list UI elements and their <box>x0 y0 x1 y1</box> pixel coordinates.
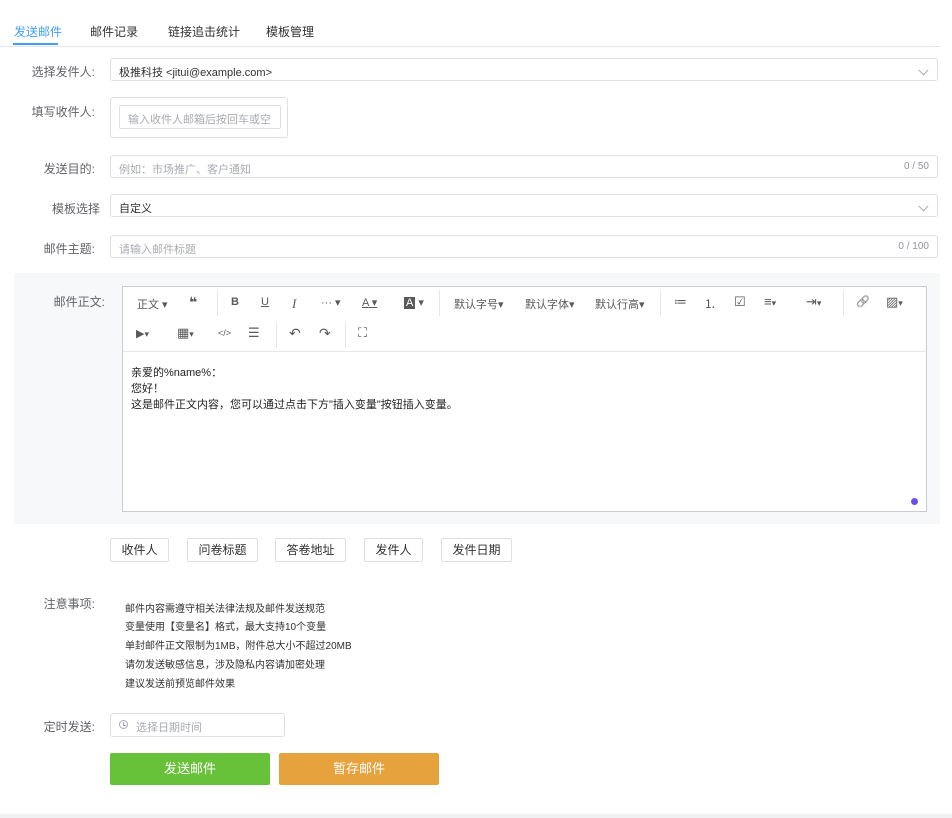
link-icon[interactable]: 🔗 <box>856 295 870 308</box>
active-tab-indicator <box>13 43 58 45</box>
image-icon[interactable]: ▨▾ <box>886 294 903 310</box>
purpose-input[interactable]: 例如：市场推广、客户通知 0 / 50 <box>110 155 938 178</box>
recipient-label: 填写收件人: <box>31 105 95 119</box>
line-height-select[interactable]: 默认行高▾ <box>595 296 645 312</box>
note-item: 邮件内容需遵守相关法律法规及邮件发送规范 <box>125 604 325 615</box>
content-line: 这是邮件正文内容，您可以通过点击下方"插入变量"按钮插入变量。 <box>131 399 458 411</box>
bg-color-icon[interactable]: A ▾ <box>404 296 424 309</box>
notes-label: 注意事项: <box>43 597 95 611</box>
sender-label: 选择发件人: <box>31 65 95 79</box>
rich-text-editor: 正文 ▾ ❝ B U I ··· ▾ A ▾ A ▾ 默认字号▾ 默认字体▾ 默… <box>122 286 927 512</box>
template-value: 自定义 <box>119 203 152 215</box>
purpose-char-count: 0 / 50 <box>903 161 929 172</box>
italic-icon[interactable]: I <box>292 296 296 312</box>
tab-send-email[interactable]: 发送邮件 <box>14 23 62 40</box>
video-icon[interactable]: ▶▾ <box>136 327 149 340</box>
tab-bar: 发送邮件 邮件记录 链接追击统计 模板管理 <box>0 0 940 47</box>
toolbar-divider <box>276 322 277 348</box>
purpose-placeholder: 例如：市场推广、客户通知 <box>119 164 251 176</box>
recipient-box: 输入收件人邮箱后按回车或空 <box>110 97 288 138</box>
content-line: 亲爱的%name%： <box>131 367 223 379</box>
tab-link-tracking[interactable]: 链接追击统计 <box>168 23 240 40</box>
more-format-icon[interactable]: ··· ▾ <box>321 296 341 309</box>
align-icon[interactable]: ≡▾ <box>764 294 776 309</box>
paragraph-select[interactable]: 正文 ▾ <box>137 296 168 312</box>
fullscreen-icon[interactable]: ⛶ <box>358 325 367 341</box>
purpose-label: 发送目的: <box>43 162 95 176</box>
save-draft-button[interactable]: 暂存邮件 <box>279 753 439 785</box>
editor-content[interactable]: 亲爱的%name%： 您好！ 这是邮件正文内容，您可以通过点击下方"插入变量"按… <box>131 365 458 413</box>
schedule-datetime-picker[interactable]: 选择日期时间 <box>110 713 285 737</box>
insert-var-sender-button[interactable]: 发件人 <box>364 538 423 562</box>
tab-email-records[interactable]: 邮件记录 <box>90 23 138 40</box>
code-icon[interactable]: </> <box>218 328 231 338</box>
toolbar-divider <box>843 290 844 316</box>
sender-select[interactable]: 极推科技 <jitui@example.com> <box>110 58 938 81</box>
todo-icon[interactable]: ☑ <box>734 294 746 310</box>
subject-label: 邮件主题: <box>43 242 95 256</box>
font-size-select[interactable]: 默认字号▾ <box>454 296 504 312</box>
note-item: 变量使用【变量名】格式，最大支持10个变量 <box>125 622 327 633</box>
underline-icon[interactable]: U <box>261 296 269 308</box>
sender-value: 极推科技 <jitui@example.com> <box>119 67 272 79</box>
divider-icon[interactable]: ☰ <box>248 325 260 341</box>
status-dot <box>911 498 918 505</box>
schedule-label: 定时发送: <box>43 720 95 734</box>
insert-var-survey-title-button[interactable]: 问卷标题 <box>187 538 258 562</box>
content-line: 您好！ <box>131 383 164 395</box>
toolbar-divider <box>345 322 346 348</box>
subject-input[interactable]: 请输入邮件标题 0 / 100 <box>110 235 938 258</box>
schedule-placeholder: 选择日期时间 <box>136 722 202 734</box>
chevron-down-icon <box>918 201 929 212</box>
note-item: 单封邮件正文限制为1MB，附件总大小不超过20MB <box>125 641 352 652</box>
toolbar-divider <box>439 290 440 316</box>
subject-char-count: 0 / 100 <box>898 241 929 252</box>
send-email-button[interactable]: 发送邮件 <box>110 753 270 785</box>
note-item: 建议发送前预览邮件效果 <box>125 679 235 690</box>
tab-template-manage[interactable]: 模板管理 <box>266 23 314 40</box>
font-family-select[interactable]: 默认字体▾ <box>525 296 575 312</box>
redo-icon[interactable]: ↷ <box>319 325 331 342</box>
insert-var-answer-url-button[interactable]: 答卷地址 <box>275 538 346 562</box>
recipient-placeholder: 输入收件人邮箱后按回车或空 <box>128 114 271 126</box>
bullet-list-icon[interactable]: ≔ <box>674 294 687 310</box>
bottom-divider <box>0 814 952 818</box>
font-color-icon[interactable]: A ▾ <box>362 296 377 309</box>
toolbar-divider <box>217 290 218 316</box>
indent-icon[interactable]: ⇥▾ <box>806 294 821 310</box>
toolbar-divider <box>660 290 661 316</box>
bold-icon[interactable]: B <box>231 296 239 308</box>
table-icon[interactable]: ▦▾ <box>177 325 194 341</box>
quote-icon[interactable]: ❝ <box>189 294 197 311</box>
note-item: 请勿发送敏感信息，涉及隐私内容请加密处理 <box>125 660 325 671</box>
template-select[interactable]: 自定义 <box>110 194 938 217</box>
template-label: 模板选择 <box>51 202 100 216</box>
numbered-list-icon[interactable]: ⒈ <box>704 295 716 312</box>
subject-placeholder: 请输入邮件标题 <box>119 244 196 256</box>
clock-icon <box>119 720 128 729</box>
chevron-down-icon <box>918 65 929 76</box>
editor-toolbar: 正文 ▾ ❝ B U I ··· ▾ A ▾ A ▾ 默认字号▾ 默认字体▾ 默… <box>123 287 926 352</box>
insert-var-recipient-button[interactable]: 收件人 <box>110 538 169 562</box>
recipient-input[interactable]: 输入收件人邮箱后按回车或空 <box>119 105 281 129</box>
insert-var-send-date-button[interactable]: 发件日期 <box>441 538 512 562</box>
undo-icon[interactable]: ↶ <box>289 325 301 342</box>
body-label: 邮件正文: <box>53 295 105 309</box>
